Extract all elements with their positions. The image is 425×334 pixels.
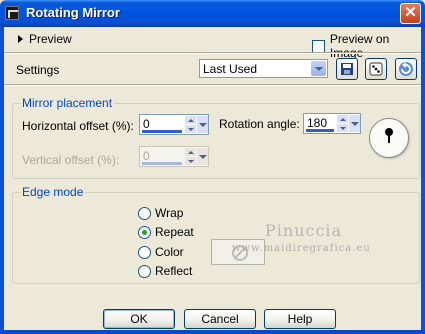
chevron-down-icon[interactable]: [197, 116, 208, 133]
edge-mode-title: Edge mode: [20, 185, 86, 199]
mirror-placement-title: Mirror placement: [20, 96, 115, 110]
radio-button[interactable]: [138, 264, 151, 278]
cancel-button[interactable]: Cancel: [184, 309, 256, 329]
horizontal-offset-slider[interactable]: [142, 130, 182, 133]
watermark-title: Pinuccia: [265, 221, 343, 240]
window-frame-bottom: [0, 330, 425, 334]
preview-on-image-checkbox[interactable]: [312, 39, 325, 53]
rotation-angle-slider[interactable]: [306, 129, 334, 132]
preset-dropdown[interactable]: Last Used: [199, 59, 328, 78]
horizontal-offset-spinner[interactable]: [185, 116, 196, 133]
help-button[interactable]: Help: [264, 309, 336, 329]
save-preset-button[interactable]: [336, 58, 358, 80]
spin-up-icon: [185, 148, 196, 156]
preview-on-image-label: Preview on Image: [329, 32, 390, 60]
edge-mode-option-color[interactable]: Color: [138, 245, 184, 259]
vertical-offset-label: Vertical offset (%):: [22, 153, 120, 167]
window-frame-left: [0, 27, 4, 334]
radio-button[interactable]: [138, 225, 151, 239]
window-frame-right: [421, 27, 425, 334]
horizontal-offset-value: 0: [143, 117, 150, 131]
rotation-angle-label: Rotation angle:: [219, 117, 300, 131]
dial-needle-icon: [385, 128, 393, 143]
rotation-angle-field[interactable]: 180: [303, 113, 361, 134]
preview-on-image-option[interactable]: Preview on Image: [312, 32, 425, 60]
preset-value: Last Used: [203, 62, 258, 76]
edge-mode-option-label: Wrap: [155, 206, 184, 220]
close-icon: ✕: [404, 4, 417, 21]
watermark-url: www.maidiregrafica.eu: [232, 243, 371, 254]
edge-mode-option-reflect[interactable]: Reflect: [138, 264, 192, 278]
rotation-dial[interactable]: [369, 118, 409, 158]
edge-mode-group: Edge mode: [12, 185, 420, 284]
close-button[interactable]: ✕: [400, 3, 421, 24]
dialog-window: Rotating Mirror ✕ Preview Preview on Ima…: [0, 0, 425, 334]
chevron-down-icon[interactable]: [349, 115, 360, 132]
spin-up-icon[interactable]: [185, 116, 196, 124]
app-icon: [5, 6, 19, 20]
vertical-offset-slider: [142, 162, 182, 165]
edge-mode-option-repeat[interactable]: Repeat: [138, 225, 194, 239]
reset-button[interactable]: [395, 58, 417, 80]
reset-icon: [399, 62, 413, 76]
expand-triangle-icon: [18, 35, 23, 43]
randomize-button[interactable]: [365, 58, 387, 80]
vertical-offset-field: 0: [139, 146, 209, 167]
vertical-offset-spinner: [185, 148, 196, 165]
spin-down-icon: [185, 157, 196, 165]
separator: [4, 84, 421, 86]
spin-up-icon[interactable]: [337, 115, 348, 123]
horizontal-offset-label: Horizontal offset (%):: [22, 119, 134, 133]
edge-mode-option-label: Color: [155, 245, 184, 259]
edge-mode-option-label: Reflect: [155, 264, 193, 278]
settings-label: Settings: [16, 63, 60, 77]
horizontal-offset-field[interactable]: 0: [139, 114, 209, 135]
rotation-angle-spinner[interactable]: [337, 115, 348, 132]
edge-mode-option-label: Repeat: [155, 225, 194, 239]
radio-button[interactable]: [138, 245, 151, 259]
preview-label: Preview: [29, 32, 72, 46]
vertical-offset-value: 0: [143, 149, 150, 163]
randomize-dice-icon: [369, 62, 383, 76]
rotation-angle-value: 180: [307, 116, 328, 130]
window-title: Rotating Mirror: [26, 5, 120, 20]
spin-down-icon[interactable]: [185, 125, 196, 133]
preview-toggle[interactable]: Preview: [18, 32, 72, 46]
chevron-down-icon: [311, 61, 326, 76]
edge-mode-option-wrap[interactable]: Wrap: [138, 206, 183, 220]
title-bar[interactable]: Rotating Mirror ✕: [0, 0, 425, 27]
save-preset-icon: [341, 63, 353, 75]
radio-button[interactable]: [138, 206, 151, 220]
spin-down-icon[interactable]: [337, 124, 348, 132]
separator: [4, 52, 421, 54]
chevron-down-icon: [197, 148, 208, 165]
ok-button[interactable]: OK: [103, 309, 175, 329]
